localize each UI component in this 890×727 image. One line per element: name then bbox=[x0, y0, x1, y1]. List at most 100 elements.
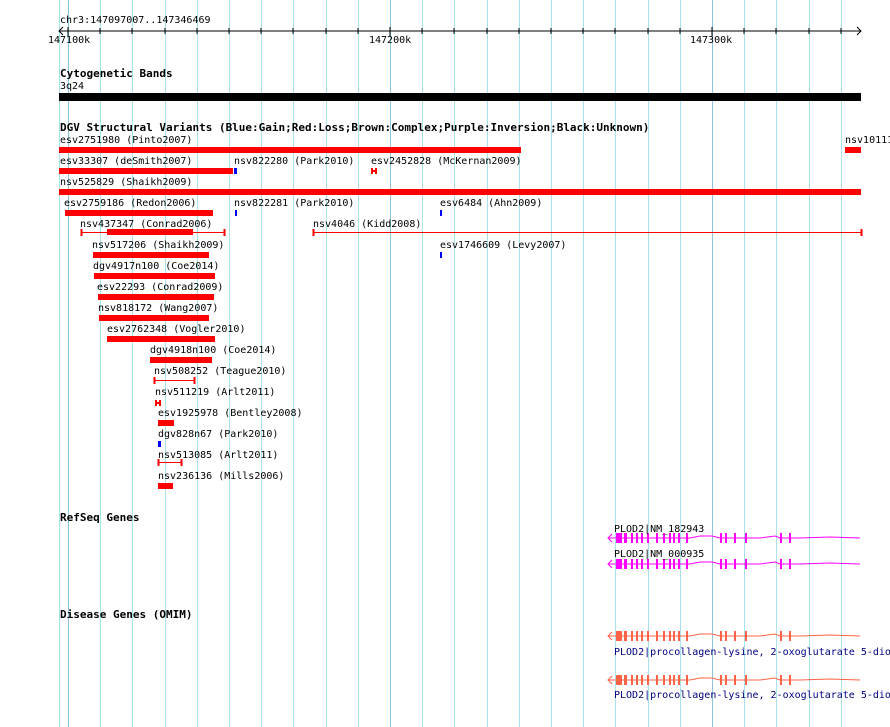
omim-gene-exon bbox=[631, 675, 633, 685]
omim-gene-exon bbox=[734, 631, 736, 641]
omim-gene-exon bbox=[725, 631, 727, 641]
tick-label: 147300k bbox=[690, 35, 733, 46]
omim-gene-exon bbox=[734, 675, 736, 685]
omim-gene-exon bbox=[669, 631, 671, 641]
sv-label: esv2452828 (McKernan2009) bbox=[371, 156, 522, 167]
refseq-transcript-exon bbox=[725, 559, 727, 569]
sv-label: nsv508252 (Teague2010) bbox=[154, 366, 287, 377]
refseq-transcript-exon bbox=[720, 533, 722, 543]
region-label: chr3:147097007..147346469 bbox=[60, 15, 211, 26]
refseq-transcript-exon bbox=[745, 533, 747, 543]
sv-bar[interactable] bbox=[65, 210, 213, 216]
sv-label: esv2759186 (Redon2006) bbox=[64, 198, 197, 209]
omim-gene-exon bbox=[656, 675, 658, 685]
omim-gene-exon bbox=[789, 675, 791, 685]
sv-label: nsv4046 (Kidd2008) bbox=[313, 219, 422, 230]
refseq-transcript-exon bbox=[734, 533, 736, 543]
transcript-label: PLOD2|NM_182943 bbox=[614, 524, 705, 535]
sv-bar[interactable] bbox=[99, 315, 209, 321]
omim-gene-exon bbox=[616, 675, 622, 685]
sv-label: esv1925978 (Bentley2008) bbox=[158, 408, 303, 419]
refseq-transcript-exon bbox=[673, 559, 675, 569]
omim-track-title[interactable]: Disease Genes (OMIM) bbox=[60, 608, 192, 621]
sv-bar[interactable] bbox=[234, 168, 237, 174]
sv-label: nsv525829 (Shaikh2009) bbox=[60, 177, 193, 188]
omim-gene-exon bbox=[647, 675, 649, 685]
sv-label: esv1746609 (Levy2007) bbox=[440, 240, 567, 251]
omim-gene-exon bbox=[663, 675, 665, 685]
sv-label: nsv818172 (Wang2007) bbox=[98, 303, 219, 314]
refseq-transcript-exon bbox=[780, 533, 782, 543]
sv-label: nsv10111 bbox=[845, 135, 890, 146]
refseq-transcript-exon bbox=[720, 559, 722, 569]
sv-bar[interactable] bbox=[158, 483, 173, 489]
omim-gene-exon bbox=[624, 675, 627, 685]
omim-label: PLOD2|procollagen-lysine, 2-oxoglutarate… bbox=[614, 690, 890, 701]
dgv-track-title[interactable]: DGV Structural Variants (Blue:Gain;Red:L… bbox=[60, 121, 649, 134]
sv-label: nsv822280 (Park2010) bbox=[234, 156, 355, 167]
sv-bar[interactable] bbox=[107, 336, 215, 342]
omim-gene-exon bbox=[780, 631, 782, 641]
omim-gene-exon bbox=[641, 675, 643, 685]
cytoband-label: 3q24 bbox=[60, 81, 85, 92]
sv-label: nsv511219 (Arlt2011) bbox=[155, 387, 276, 398]
sv-bar[interactable] bbox=[845, 147, 861, 153]
omim-gene-exon bbox=[673, 631, 675, 641]
refseq-transcript-exon bbox=[725, 533, 727, 543]
sv-label: esv2762348 (Vogler2010) bbox=[107, 324, 246, 335]
cytoband-bar[interactable] bbox=[59, 93, 861, 101]
omim-gene-exon bbox=[686, 631, 688, 641]
sv-bar[interactable] bbox=[94, 273, 215, 279]
sv-label: dgv4917n100 (Coe2014) bbox=[93, 261, 220, 272]
sv-bar[interactable] bbox=[150, 357, 212, 363]
omim-gene-exon bbox=[673, 675, 675, 685]
omim-gene-exon bbox=[686, 675, 688, 685]
refseq-transcript-exon bbox=[678, 559, 680, 569]
sv-label: esv6484 (Ahn2009) bbox=[440, 198, 543, 209]
sv-bar[interactable] bbox=[158, 441, 161, 447]
refseq-transcript-exon bbox=[745, 559, 747, 569]
sv-bar[interactable] bbox=[59, 189, 861, 195]
sv-label: nsv517206 (Shaikh2009) bbox=[92, 240, 225, 251]
omim-gene-exon bbox=[669, 675, 671, 685]
sv-label: nsv513085 (Arlt2011) bbox=[158, 450, 279, 461]
genome-browser-panel: chr3:147097007..147346469 147100k 147200… bbox=[0, 0, 890, 727]
omim-gene-exon bbox=[725, 675, 727, 685]
sv-bar[interactable] bbox=[98, 294, 214, 300]
cytoband-track-title[interactable]: Cytogenetic Bands bbox=[60, 67, 173, 80]
sv-bar[interactable] bbox=[440, 252, 442, 258]
sv-bar[interactable] bbox=[59, 147, 521, 153]
refseq-track-title[interactable]: RefSeq Genes bbox=[60, 511, 139, 524]
omim-label: PLOD2|procollagen-lysine, 2-oxoglutarate… bbox=[614, 647, 890, 658]
refseq-transcript-exon bbox=[641, 559, 643, 569]
omim-gene-exon bbox=[678, 675, 680, 685]
sv-bar[interactable] bbox=[93, 252, 209, 258]
refseq-transcript-exon bbox=[734, 559, 736, 569]
sv-bar[interactable] bbox=[440, 210, 442, 216]
sv-bar[interactable] bbox=[235, 210, 237, 216]
sv-bar bbox=[155, 400, 161, 406]
tick-label: 147200k bbox=[369, 35, 412, 46]
omim-gene-exon bbox=[616, 631, 622, 641]
omim-gene-exon bbox=[647, 631, 649, 641]
refseq-transcript-exon bbox=[636, 559, 638, 569]
sv-bar[interactable] bbox=[158, 420, 174, 426]
refseq-transcript-exon bbox=[663, 559, 665, 569]
refseq-transcript-exon bbox=[616, 559, 622, 569]
refseq-transcript-exon bbox=[789, 533, 791, 543]
refseq-transcript-exon bbox=[631, 559, 633, 569]
omim-gene-exon bbox=[636, 675, 638, 685]
omim-gene-exon bbox=[745, 675, 747, 685]
sv-label: esv33307 (deSmith2007) bbox=[60, 156, 193, 167]
omim-gene-exon bbox=[663, 631, 665, 641]
omim-gene-exon bbox=[656, 631, 658, 641]
omim-gene-exon bbox=[641, 631, 643, 641]
sv-bar[interactable] bbox=[59, 168, 233, 174]
omim-gene-exon bbox=[636, 631, 638, 641]
sv-label: dgv4918n100 (Coe2014) bbox=[150, 345, 277, 356]
refseq-transcript-exon bbox=[669, 559, 671, 569]
refseq-transcript-exon bbox=[789, 559, 791, 569]
sv-label: nsv822281 (Park2010) bbox=[234, 198, 355, 209]
sv-label: nsv236136 (Mills2006) bbox=[158, 471, 285, 482]
omim-gene-exon bbox=[720, 675, 722, 685]
